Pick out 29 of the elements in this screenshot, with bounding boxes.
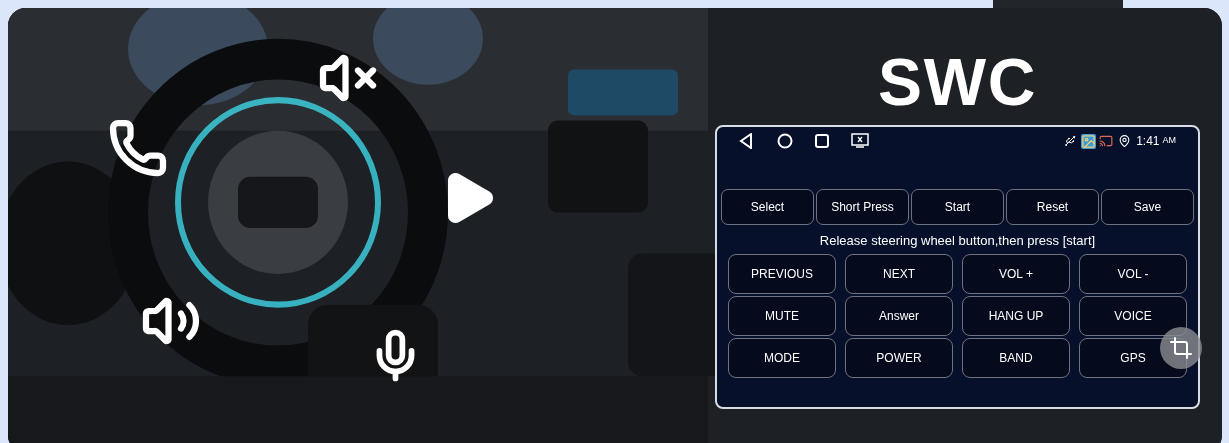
status-period: AM bbox=[1162, 134, 1176, 148]
key-button[interactable]: MODE bbox=[728, 338, 836, 378]
action-button[interactable]: Start bbox=[911, 189, 1004, 225]
banner-heading: SWC bbox=[878, 46, 1037, 118]
key-button[interactable]: VOL + bbox=[962, 254, 1070, 294]
action-button[interactable]: Short Press bbox=[816, 189, 909, 225]
key-button[interactable]: NEXT bbox=[845, 254, 953, 294]
action-button[interactable]: Save bbox=[1101, 189, 1194, 225]
screen-close-icon[interactable] bbox=[851, 133, 869, 149]
key-button[interactable]: POWER bbox=[845, 338, 953, 378]
status-time: 1:41 bbox=[1136, 133, 1160, 150]
key-button[interactable]: BAND bbox=[962, 338, 1070, 378]
key-button[interactable]: VOICE bbox=[1079, 296, 1187, 336]
usb-icon bbox=[1064, 134, 1077, 148]
key-button[interactable]: Answer bbox=[845, 296, 953, 336]
instruction-text: Release steering wheel button,then press [start] bbox=[818, 233, 1097, 249]
phone-icon bbox=[108, 118, 168, 178]
cast-icon bbox=[1099, 134, 1114, 148]
key-button[interactable]: VOL - bbox=[1079, 254, 1187, 294]
home-icon[interactable] bbox=[777, 133, 793, 149]
recents-icon[interactable] bbox=[815, 134, 829, 148]
action-button[interactable]: Reset bbox=[1006, 189, 1099, 225]
action-button[interactable]: Select bbox=[721, 189, 814, 225]
gallery-icon bbox=[1081, 133, 1097, 149]
key-button[interactable]: MUTE bbox=[728, 296, 836, 336]
key-button[interactable]: HANG UP bbox=[962, 296, 1070, 336]
back-icon[interactable] bbox=[739, 133, 753, 149]
location-icon bbox=[1118, 134, 1132, 148]
key-button[interactable]: PREVIOUS bbox=[728, 254, 836, 294]
